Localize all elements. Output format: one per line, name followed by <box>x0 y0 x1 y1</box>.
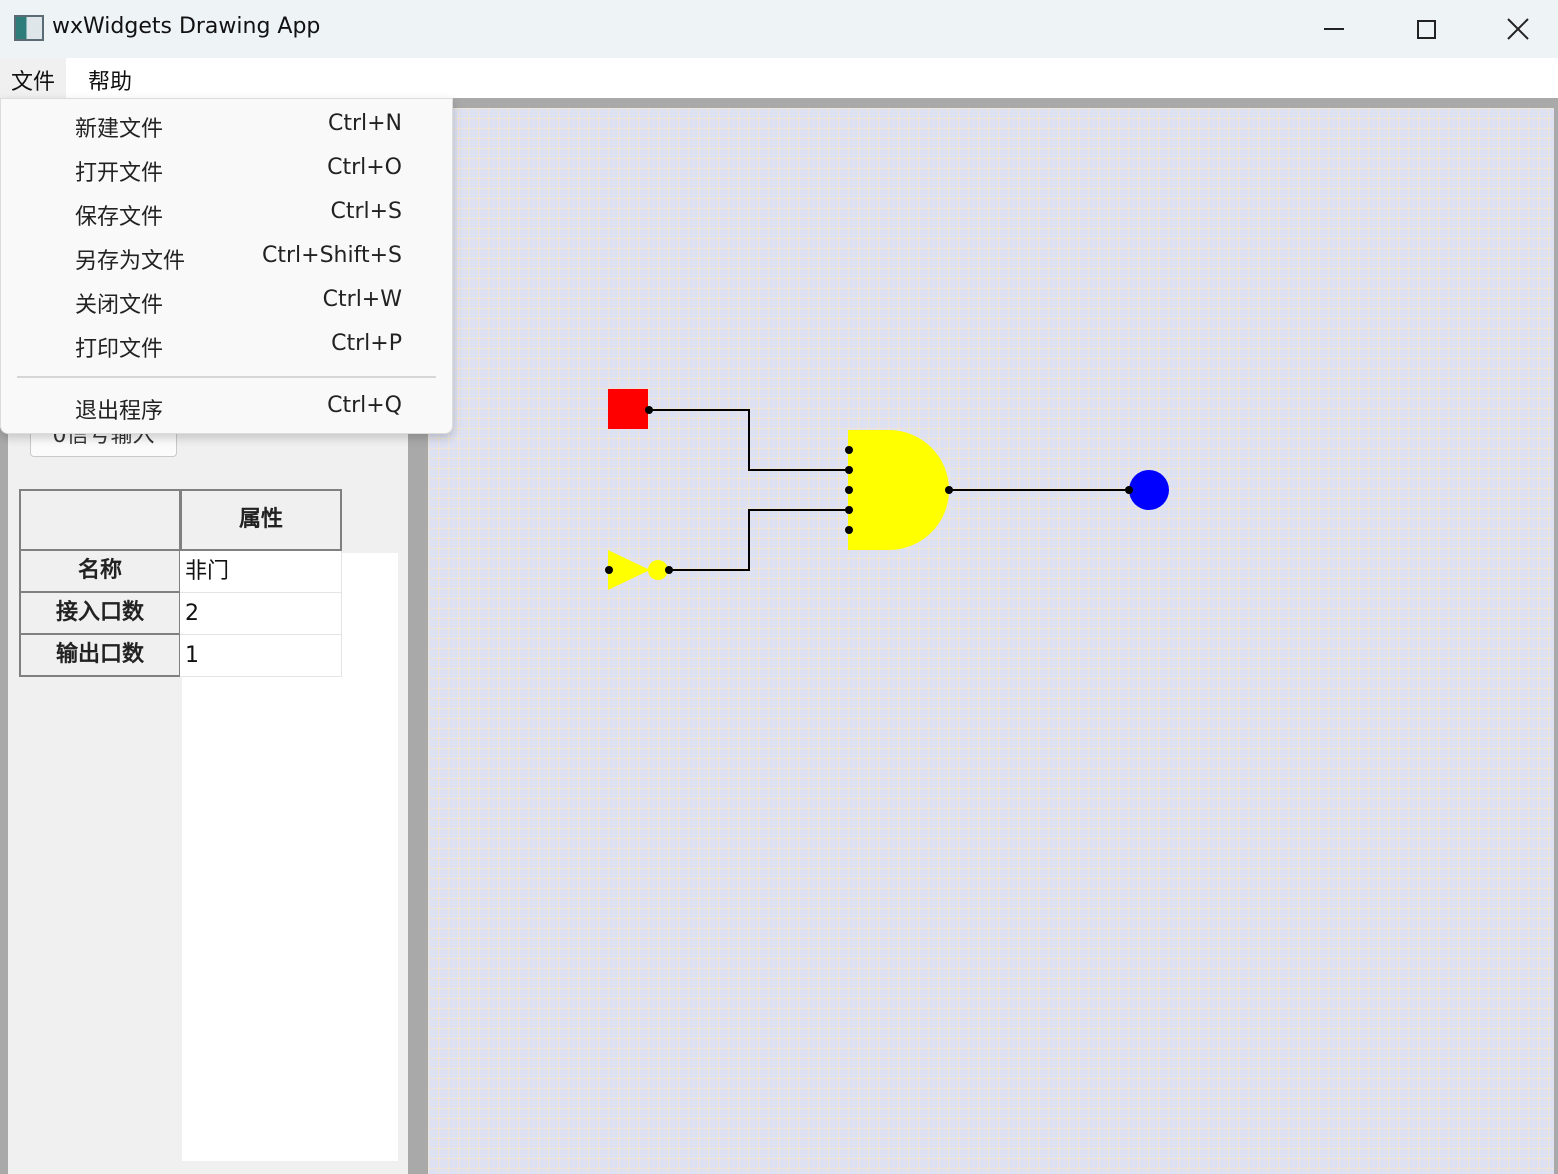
menu-item-shortcut: Ctrl+O <box>327 155 402 180</box>
menu-item-label: 打开文件 <box>75 161 164 186</box>
menu-item-label: 打印文件 <box>75 337 164 362</box>
property-value-cell[interactable]: 非门 <box>180 551 342 593</box>
app-icon <box>14 15 44 41</box>
menu-item-label: 保存文件 <box>75 205 164 230</box>
source-output-pin[interactable] <box>645 406 653 414</box>
gate-input-pin[interactable] <box>845 526 853 534</box>
menu-item-shortcut: Ctrl+Shift+S <box>262 243 402 268</box>
menu-item-shortcut: Ctrl+Q <box>327 393 402 418</box>
menu-item-new-file[interactable]: 新建文件 Ctrl+N <box>1 103 452 147</box>
menu-item-label: 新建文件 <box>75 117 164 142</box>
menu-bar: 文件 帮助 <box>0 58 1558 98</box>
canvas-svg[interactable] <box>428 108 1554 1174</box>
maximize-button[interactable] <box>1380 0 1472 58</box>
menu-item-open-file[interactable]: 打开文件 Ctrl+O <box>1 147 452 191</box>
property-value-cell[interactable]: 1 <box>180 635 342 677</box>
menu-item-shortcut: Ctrl+W <box>322 287 402 312</box>
gate-input-pin[interactable] <box>845 506 853 514</box>
menu-item-label: 关闭文件 <box>75 293 164 318</box>
menu-file[interactable]: 文件 <box>0 58 67 98</box>
menu-item-save-as[interactable]: 另存为文件 Ctrl+Shift+S <box>1 235 452 279</box>
not-gate-input-pin[interactable] <box>605 566 613 574</box>
menu-item-label: 退出程序 <box>75 399 164 424</box>
menu-item-close-file[interactable]: 关闭文件 Ctrl+W <box>1 279 452 323</box>
output-lamp[interactable] <box>1129 470 1169 510</box>
gate-input-pin[interactable] <box>845 446 853 454</box>
property-column-header: 属性 <box>180 489 342 551</box>
property-grid-header: 属性 <box>19 489 342 551</box>
title-bar: wxWidgets Drawing App <box>0 0 1558 58</box>
property-value-cell[interactable]: 2 <box>180 593 342 635</box>
minimize-button[interactable] <box>1288 0 1380 58</box>
menu-help[interactable]: 帮助 <box>77 58 143 98</box>
property-row-output-count: 输出口数 1 <box>19 635 342 677</box>
close-button[interactable] <box>1472 0 1558 58</box>
window-title: wxWidgets Drawing App <box>52 14 321 39</box>
property-row-input-count: 接入口数 2 <box>19 593 342 635</box>
menu-item-save-file[interactable]: 保存文件 Ctrl+S <box>1 191 452 235</box>
minimize-icon <box>1324 28 1344 30</box>
menu-item-shortcut: Ctrl+N <box>327 111 402 136</box>
property-row-label: 接入口数 <box>19 593 181 635</box>
maximize-icon <box>1416 19 1436 39</box>
menu-item-shortcut: Ctrl+S <box>330 199 402 224</box>
property-grid-corner <box>19 489 181 551</box>
menu-item-print-file[interactable]: 打印文件 Ctrl+P <box>1 323 452 367</box>
property-row-label: 输出口数 <box>19 635 181 677</box>
property-row-name: 名称 非门 <box>19 551 342 593</box>
menu-separator <box>17 376 436 378</box>
canvas-grid <box>428 108 1554 1174</box>
drawing-canvas[interactable] <box>428 108 1554 1174</box>
gate-input-pin[interactable] <box>845 466 853 474</box>
menu-item-label: 另存为文件 <box>75 249 186 274</box>
input-source-block[interactable] <box>608 389 648 429</box>
property-row-label: 名称 <box>19 551 181 593</box>
file-menu-dropdown: 新建文件 Ctrl+N 打开文件 Ctrl+O 保存文件 Ctrl+S 另存为文… <box>0 98 453 434</box>
gate-output-pin[interactable] <box>945 486 953 494</box>
menu-item-exit[interactable]: 退出程序 Ctrl+Q <box>1 385 452 429</box>
close-icon <box>1507 18 1529 40</box>
app-window: wxWidgets Drawing App 文件 帮助 0信号输入 属性 名称 … <box>0 0 1558 1174</box>
not-gate-output-pin[interactable] <box>665 566 673 574</box>
gate-input-pin[interactable] <box>845 486 853 494</box>
menu-item-shortcut: Ctrl+P <box>331 331 402 356</box>
lamp-input-pin[interactable] <box>1125 486 1133 494</box>
